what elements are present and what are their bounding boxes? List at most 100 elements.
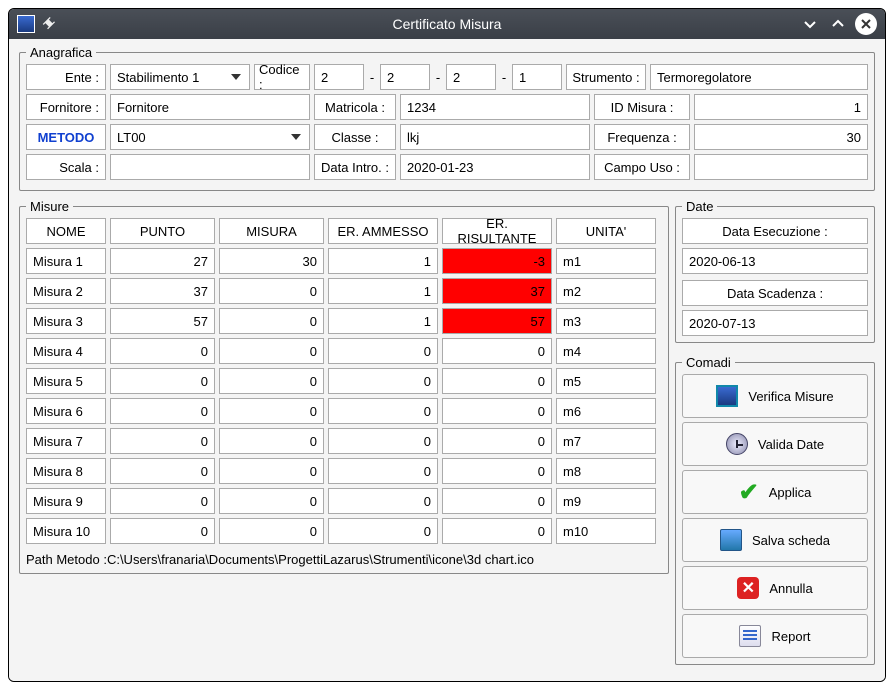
titlebar: Certificato Misura — [9, 9, 885, 39]
label-metodo[interactable]: METODO — [26, 124, 106, 150]
codice-3[interactable]: 1 — [512, 64, 562, 90]
codice-2[interactable]: 2 — [446, 64, 496, 90]
input-idmisura[interactable]: 1 — [694, 94, 868, 120]
verifica-misure-button[interactable]: Verifica Misure — [682, 374, 868, 418]
table-row: Misura 100000m10 — [26, 518, 662, 544]
select-ente[interactable]: Stabilimento 1 — [110, 64, 250, 90]
cell-punto[interactable]: 0 — [110, 488, 215, 514]
input-classe[interactable]: lkj — [400, 124, 590, 150]
cell-er-risultante[interactable]: -3 — [442, 248, 552, 274]
close-button[interactable] — [855, 13, 877, 35]
salva-scheda-button[interactable]: Salva scheda — [682, 518, 868, 562]
cell-punto[interactable]: 0 — [110, 368, 215, 394]
cell-er-risultante[interactable]: 0 — [442, 338, 552, 364]
cell-er-ammesso[interactable]: 0 — [328, 368, 438, 394]
cell-er-ammesso[interactable]: 1 — [328, 248, 438, 274]
minimize-button[interactable] — [799, 13, 821, 35]
input-fornitore[interactable]: Fornitore — [110, 94, 310, 120]
cell-unita[interactable]: m8 — [556, 458, 656, 484]
cell-punto[interactable]: 27 — [110, 248, 215, 274]
check-icon: ✔ — [739, 478, 759, 507]
cell-misura[interactable]: 0 — [219, 518, 324, 544]
cell-er-ammesso[interactable]: 0 — [328, 338, 438, 364]
cell-er-ammesso[interactable]: 1 — [328, 278, 438, 304]
cell-nome: Misura 5 — [26, 368, 106, 394]
cell-nome: Misura 10 — [26, 518, 106, 544]
table-row: Misura 80000m8 — [26, 458, 662, 484]
cell-unita[interactable]: m7 — [556, 428, 656, 454]
cell-er-ammesso[interactable]: 0 — [328, 488, 438, 514]
cell-misura[interactable]: 0 — [219, 428, 324, 454]
label-matricola: Matricola : — [314, 94, 396, 120]
select-metodo[interactable]: LT00 — [110, 124, 310, 150]
cell-er-risultante[interactable]: 37 — [442, 278, 552, 304]
report-button[interactable]: Report — [682, 614, 868, 658]
cell-unita[interactable]: m5 — [556, 368, 656, 394]
input-strumento[interactable]: Termoregolatore — [650, 64, 868, 90]
input-data-scadenza[interactable]: 2020-07-13 — [682, 310, 868, 336]
cell-misura[interactable]: 0 — [219, 368, 324, 394]
input-frequenza[interactable]: 30 — [694, 124, 868, 150]
cell-misura[interactable]: 0 — [219, 308, 324, 334]
input-scala[interactable] — [110, 154, 310, 180]
label-frequenza: Frequenza : — [594, 124, 690, 150]
pin-icon[interactable] — [41, 17, 55, 31]
cell-punto[interactable]: 57 — [110, 308, 215, 334]
codice-0[interactable]: 2 — [314, 64, 364, 90]
cell-punto[interactable]: 0 — [110, 338, 215, 364]
cell-unita[interactable]: m1 — [556, 248, 656, 274]
label-fornitore: Fornitore : — [26, 94, 106, 120]
cell-unita[interactable]: m2 — [556, 278, 656, 304]
annulla-button[interactable]: ✕ Annulla — [682, 566, 868, 610]
codice-1[interactable]: 2 — [380, 64, 430, 90]
cell-er-risultante[interactable]: 0 — [442, 428, 552, 454]
input-campouso[interactable] — [694, 154, 868, 180]
cell-misura[interactable]: 0 — [219, 458, 324, 484]
cell-unita[interactable]: m6 — [556, 398, 656, 424]
cell-er-risultante[interactable]: 0 — [442, 458, 552, 484]
header-nome: NOME — [26, 218, 106, 244]
cell-misura[interactable]: 0 — [219, 278, 324, 304]
input-dataintro[interactable]: 2020-01-23 — [400, 154, 590, 180]
input-matricola[interactable]: 1234 — [400, 94, 590, 120]
cell-unita[interactable]: m3 — [556, 308, 656, 334]
label-dataintro: Data Intro. : — [314, 154, 396, 180]
cell-punto[interactable]: 37 — [110, 278, 215, 304]
table-row: Misura 70000m7 — [26, 428, 662, 454]
cell-misura[interactable]: 30 — [219, 248, 324, 274]
cell-er-risultante[interactable]: 0 — [442, 518, 552, 544]
cell-unita[interactable]: m10 — [556, 518, 656, 544]
maximize-button[interactable] — [827, 13, 849, 35]
window-title: Certificato Misura — [393, 16, 502, 32]
cell-er-ammesso[interactable]: 0 — [328, 398, 438, 424]
label-scala: Scala : — [26, 154, 106, 180]
table-row: Misura 90000m9 — [26, 488, 662, 514]
applica-button[interactable]: ✔ Applica — [682, 470, 868, 514]
save-icon — [720, 529, 742, 551]
input-data-esecuzione[interactable]: 2020-06-13 — [682, 248, 868, 274]
header-misura: MISURA — [219, 218, 324, 244]
valida-date-button[interactable]: Valida Date — [682, 422, 868, 466]
table-row: Misura 60000m6 — [26, 398, 662, 424]
cell-er-risultante[interactable]: 0 — [442, 488, 552, 514]
cell-er-risultante[interactable]: 0 — [442, 398, 552, 424]
cell-er-ammesso[interactable]: 0 — [328, 518, 438, 544]
cell-er-ammesso[interactable]: 1 — [328, 308, 438, 334]
cell-er-risultante[interactable]: 57 — [442, 308, 552, 334]
cell-unita[interactable]: m4 — [556, 338, 656, 364]
comandi-group: Comadi Verifica Misure Valida Date ✔ App… — [675, 355, 875, 665]
cell-punto[interactable]: 0 — [110, 518, 215, 544]
date-group: Date Data Esecuzione : 2020-06-13 Data S… — [675, 199, 875, 343]
cell-misura[interactable]: 0 — [219, 398, 324, 424]
cell-er-risultante[interactable]: 0 — [442, 368, 552, 394]
path-metodo: Path Metodo :C:\Users\franaria\Documents… — [26, 548, 662, 571]
cell-punto[interactable]: 0 — [110, 398, 215, 424]
cell-unita[interactable]: m9 — [556, 488, 656, 514]
cell-punto[interactable]: 0 — [110, 428, 215, 454]
cell-misura[interactable]: 0 — [219, 488, 324, 514]
cell-er-ammesso[interactable]: 0 — [328, 458, 438, 484]
label-data-scadenza: Data Scadenza : — [682, 280, 868, 306]
cell-misura[interactable]: 0 — [219, 338, 324, 364]
cell-punto[interactable]: 0 — [110, 458, 215, 484]
cell-er-ammesso[interactable]: 0 — [328, 428, 438, 454]
